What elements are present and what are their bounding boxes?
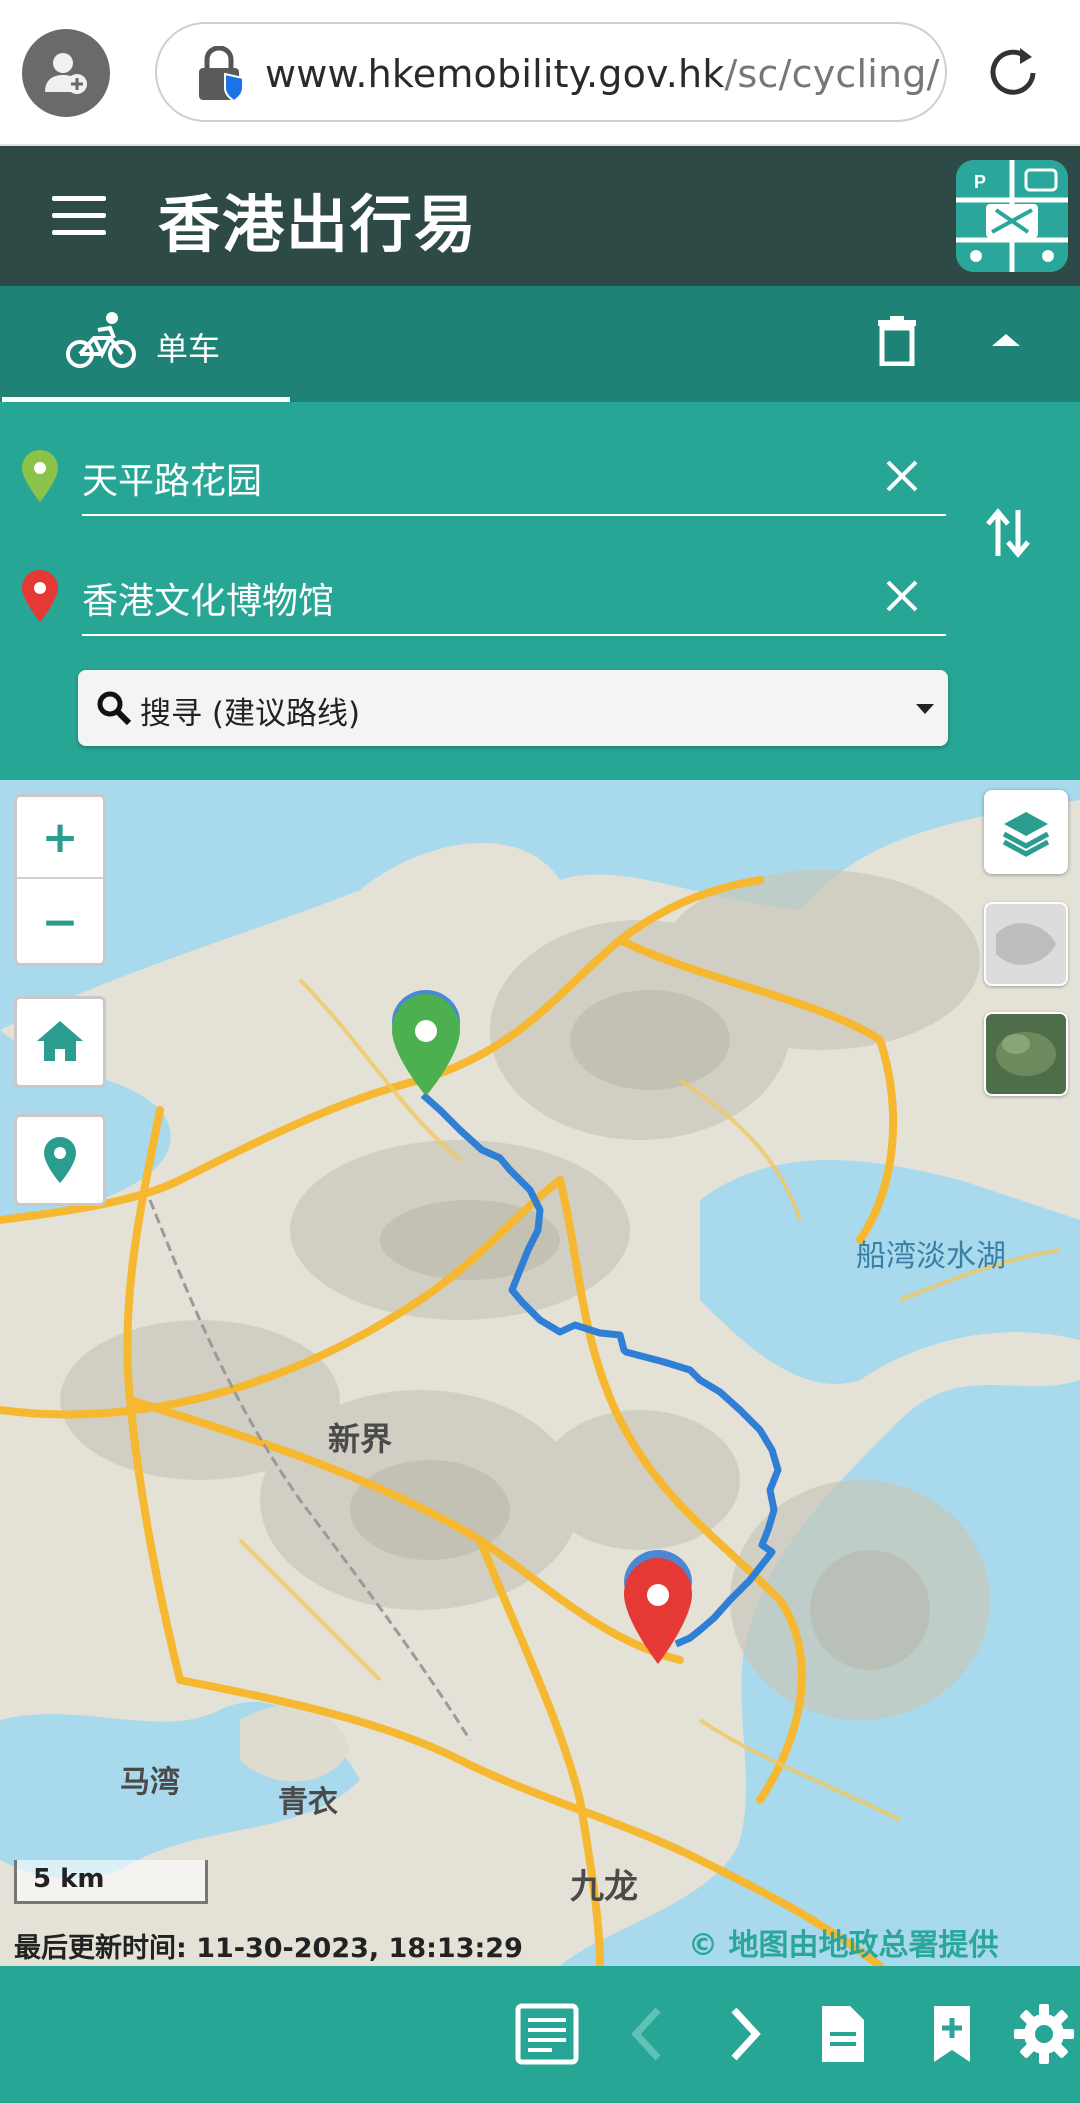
home-button[interactable] bbox=[14, 996, 106, 1088]
origin-pin-icon bbox=[22, 450, 58, 502]
map-credit[interactable]: © 地图由地政总署提供 bbox=[688, 1920, 998, 1964]
add-bookmark-icon[interactable] bbox=[928, 2000, 976, 2068]
app-logo: P bbox=[956, 160, 1068, 272]
zoom-in-button[interactable]: + bbox=[17, 797, 103, 879]
mode-tab-bar: 单车 bbox=[0, 286, 1080, 402]
url-text: www.hkemobility.gov.hk/sc/cycling/ bbox=[265, 52, 940, 96]
reload-icon[interactable] bbox=[980, 40, 1046, 106]
map-canvas[interactable]: 新界 船湾淡水湖 马湾 青衣 九龙 bbox=[0, 780, 1080, 1966]
label-ma-wan: 马湾 bbox=[120, 1765, 180, 1800]
last-updated-text: 最后更新时间: 11-30-2023, 18:13:29 bbox=[14, 1933, 523, 1964]
lock-icon bbox=[199, 46, 244, 102]
map-style-grey-thumbnail[interactable] bbox=[984, 902, 1068, 986]
bicycle-icon bbox=[66, 312, 136, 368]
tab-cycling[interactable]: 单车 bbox=[2, 286, 290, 402]
tab-cycling-label: 单车 bbox=[156, 330, 221, 368]
layers-icon bbox=[1002, 812, 1050, 857]
clear-destination-icon[interactable] bbox=[884, 578, 920, 614]
map-style-satellite-thumbnail[interactable] bbox=[984, 1012, 1068, 1096]
label-new-territories: 新界 bbox=[328, 1420, 392, 1458]
route-option-select[interactable]: 搜寻 (建议路线) bbox=[78, 670, 948, 746]
swap-icon[interactable] bbox=[986, 506, 1030, 560]
menu-icon[interactable] bbox=[52, 196, 106, 236]
origin-row: 天平路花园 bbox=[0, 422, 960, 532]
route-option-label: 搜寻 (建议路线) bbox=[140, 696, 361, 732]
label-tsing-yi: 青衣 bbox=[278, 1785, 338, 1820]
map[interactable]: 新界 船湾淡水湖 马湾 青衣 九龙 + − 5 km 最后更新时间: 11-30… bbox=[0, 780, 1080, 1966]
my-location-button[interactable] bbox=[14, 1114, 106, 1206]
zoom-out-button[interactable]: − bbox=[17, 881, 103, 963]
chevron-down-icon bbox=[916, 704, 934, 714]
app-header: 香港出行易 P bbox=[0, 146, 1080, 286]
trash-icon[interactable] bbox=[876, 316, 918, 366]
app-title: 香港出行易 bbox=[158, 188, 479, 261]
destination-row: 香港文化博物馆 bbox=[0, 542, 960, 652]
origin-input[interactable]: 天平路花园 bbox=[82, 452, 262, 504]
destination-pin-icon bbox=[22, 570, 58, 622]
search-icon bbox=[97, 691, 132, 726]
clear-origin-icon[interactable] bbox=[884, 458, 920, 494]
svg-text:P: P bbox=[974, 172, 986, 192]
chevron-left-icon bbox=[631, 2007, 661, 2061]
label-plover-cove: 船湾淡水湖 bbox=[856, 1239, 1006, 1274]
destination-input[interactable]: 香港文化博物馆 bbox=[82, 572, 334, 624]
gear-icon[interactable] bbox=[1010, 2000, 1078, 2068]
home-icon bbox=[37, 1021, 83, 1061]
label-kowloon: 九龙 bbox=[570, 1867, 638, 1907]
browser-bar: www.hkemobility.gov.hk/sc/cycling/ bbox=[0, 0, 1080, 146]
layers-button[interactable] bbox=[984, 790, 1068, 874]
destination-underline bbox=[82, 634, 946, 636]
route-search-panel: 天平路花园 香港文化博物馆 搜寻 (建议路线) bbox=[0, 402, 1080, 780]
chevron-right-icon[interactable] bbox=[722, 2000, 768, 2068]
newspaper-icon[interactable] bbox=[512, 2000, 582, 2068]
chevron-up-icon[interactable] bbox=[986, 324, 1026, 354]
profile-icon[interactable] bbox=[22, 29, 110, 117]
address-bar[interactable]: www.hkemobility.gov.hk/sc/cycling/ bbox=[155, 22, 947, 122]
origin-underline bbox=[82, 514, 946, 516]
map-scale: 5 km bbox=[14, 1860, 208, 1904]
zoom-control: + − bbox=[14, 794, 106, 966]
bottom-toolbar bbox=[0, 1966, 1080, 2103]
location-pin-icon bbox=[44, 1137, 76, 1183]
document-icon[interactable] bbox=[818, 2000, 868, 2068]
